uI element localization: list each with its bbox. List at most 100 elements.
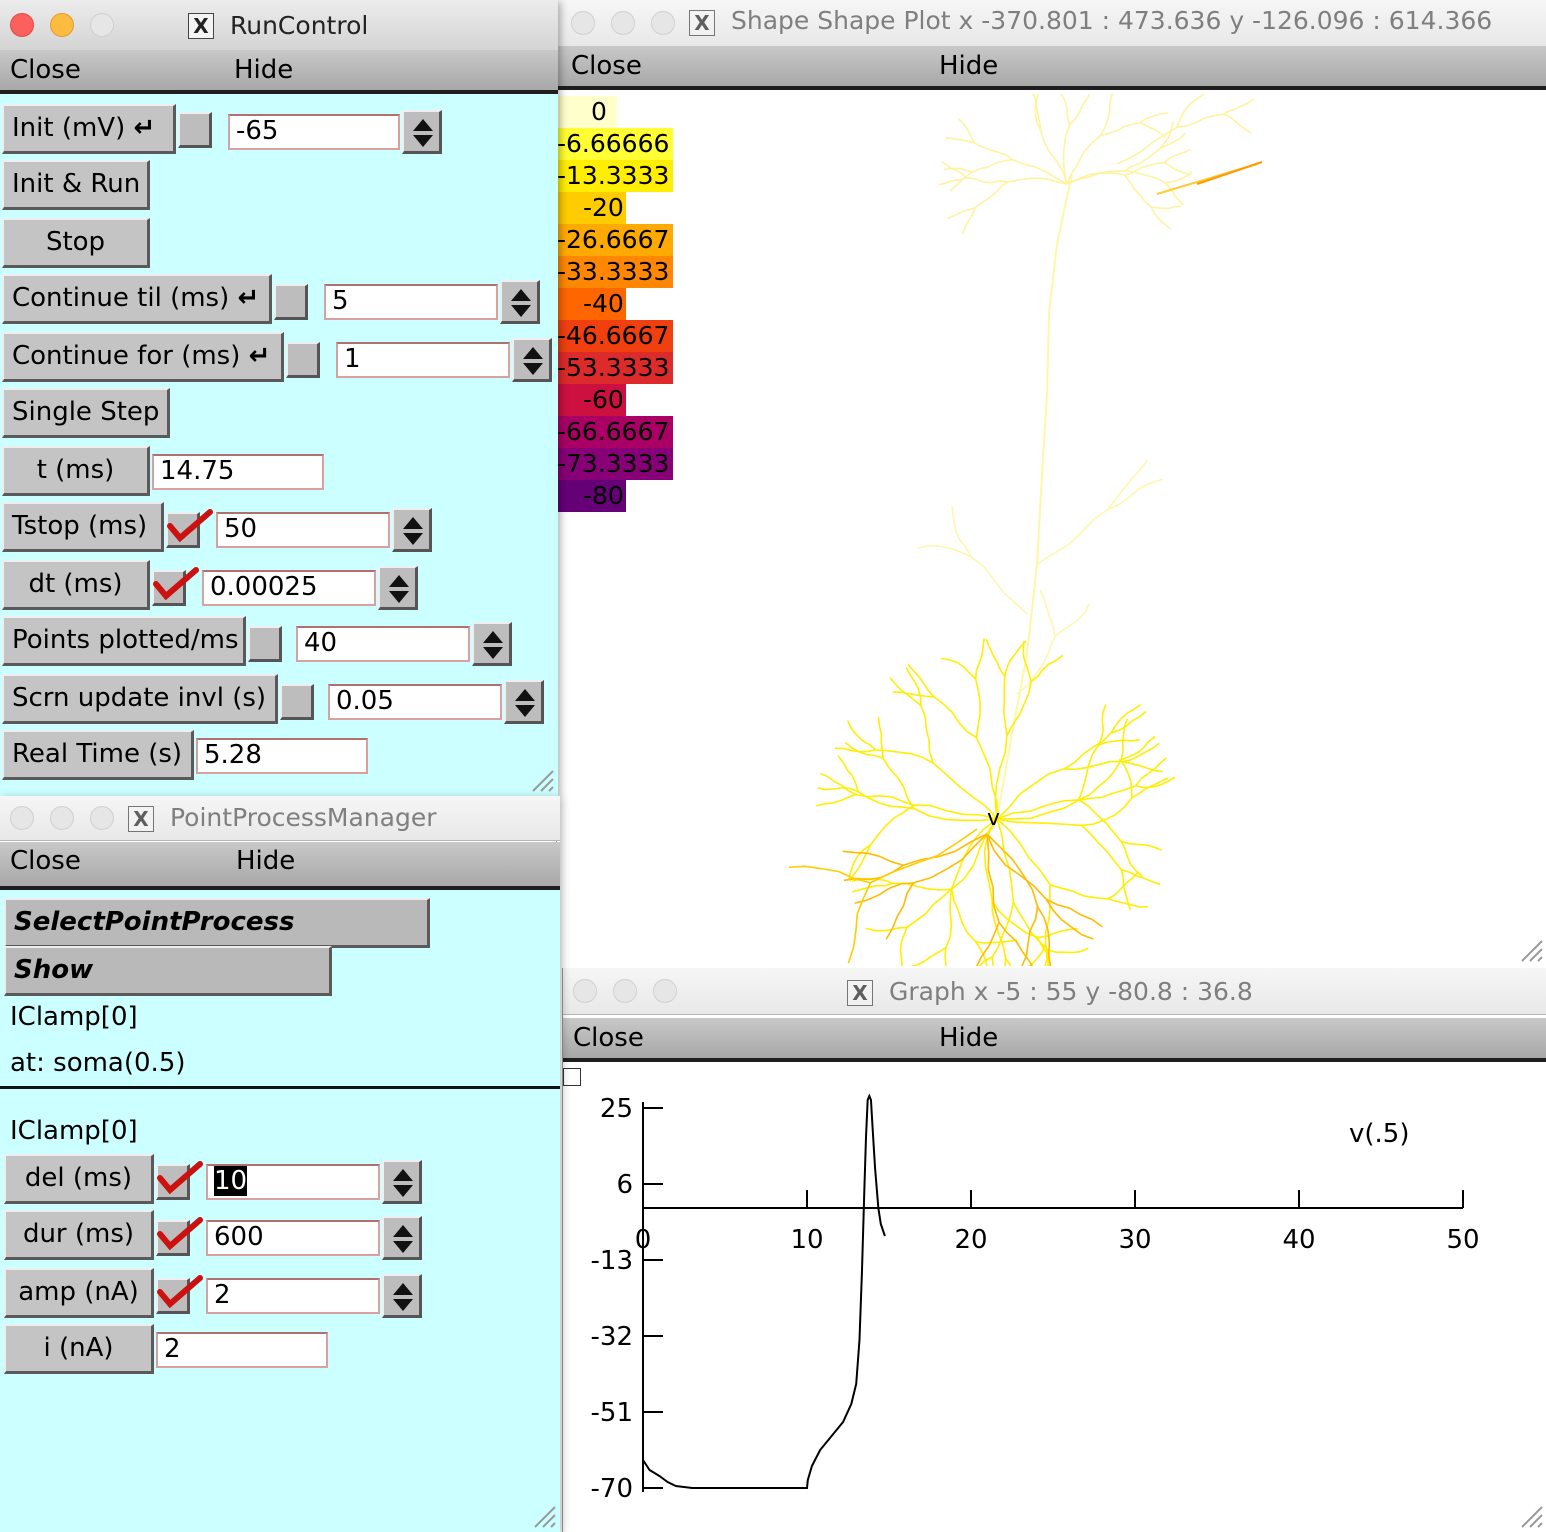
minimize-window-button[interactable] bbox=[613, 979, 637, 1003]
dendrite-segment bbox=[1234, 120, 1241, 127]
shape-plot-titlebar[interactable]: X Shape Shape Plot x -370.801 : 473.636 … bbox=[557, 0, 1546, 47]
zoom-window-button[interactable] bbox=[90, 806, 114, 830]
amp-stepper[interactable] bbox=[382, 1274, 422, 1318]
dur-button[interactable]: dur (ms) bbox=[4, 1210, 154, 1260]
stop-button[interactable]: Stop bbox=[2, 218, 150, 268]
real-time-button[interactable]: Real Time (s) bbox=[2, 730, 194, 780]
close-window-button[interactable] bbox=[573, 979, 597, 1003]
dendrite-segment bbox=[1112, 172, 1125, 176]
resize-grip-icon[interactable] bbox=[1518, 937, 1544, 963]
dur-checkbox[interactable] bbox=[156, 1217, 203, 1256]
continue-for-checkbox[interactable] bbox=[286, 342, 320, 378]
dendrite-segment bbox=[933, 696, 945, 705]
hide-menu[interactable]: Hide bbox=[939, 51, 998, 81]
scrn-update-field[interactable]: 0.05 bbox=[328, 684, 502, 720]
shape-canvas[interactable]: 0 -6.66666 -13.3333 -20 -26.6667 -33.3333 -40-… bbox=[557, 94, 1546, 966]
hide-menu[interactable]: Hide bbox=[234, 55, 293, 85]
single-step-button[interactable]: Single Step bbox=[2, 388, 170, 438]
resize-grip-icon[interactable] bbox=[531, 1503, 557, 1529]
ppm-titlebar[interactable]: X PointProcessManager bbox=[0, 796, 560, 841]
resize-grip-icon[interactable] bbox=[529, 767, 555, 793]
dendrite-segment bbox=[1131, 904, 1141, 908]
scrn-update-button[interactable]: Scrn update invl (s) bbox=[2, 674, 278, 724]
del-button[interactable]: del (ms) bbox=[4, 1154, 154, 1204]
scrn-update-stepper[interactable] bbox=[504, 680, 544, 724]
amp-checkbox[interactable] bbox=[156, 1275, 203, 1314]
points-plotted-checkbox[interactable] bbox=[248, 626, 282, 662]
real-time-field[interactable]: 5.28 bbox=[196, 738, 368, 774]
del-stepper[interactable] bbox=[382, 1160, 422, 1204]
dendrite-segment bbox=[1003, 667, 1008, 677]
init-stepper[interactable] bbox=[402, 110, 442, 154]
del-field[interactable]: 10 bbox=[206, 1164, 380, 1200]
close-menu[interactable]: Close bbox=[10, 846, 81, 876]
continue-til-field[interactable]: 5 bbox=[324, 284, 498, 320]
continue-for-button[interactable]: Continue for (ms) ↵ bbox=[2, 332, 284, 382]
init-field[interactable]: -65 bbox=[228, 114, 400, 150]
i-field[interactable]: 2 bbox=[156, 1332, 328, 1368]
t-field[interactable]: 14.75 bbox=[152, 454, 324, 490]
points-plotted-button[interactable]: Points plotted/ms bbox=[2, 616, 246, 666]
dendrite-segment bbox=[1124, 893, 1129, 903]
dendrite-segment bbox=[981, 197, 990, 204]
minimize-window-button[interactable] bbox=[50, 13, 74, 37]
hide-menu[interactable]: Hide bbox=[939, 1023, 998, 1053]
close-menu[interactable]: Close bbox=[10, 55, 81, 85]
graph-titlebar[interactable]: X Graph x -5 : 55 y -80.8 : 36.8 bbox=[563, 968, 1546, 1015]
dur-field[interactable]: 600 bbox=[206, 1220, 380, 1256]
dendrite-segment bbox=[1150, 114, 1157, 118]
continue-for-field[interactable]: 1 bbox=[336, 342, 510, 378]
close-window-button[interactable] bbox=[10, 13, 34, 37]
amp-field[interactable]: 2 bbox=[206, 1278, 380, 1314]
tstop-stepper[interactable] bbox=[392, 508, 432, 552]
init-checkbox[interactable] bbox=[178, 112, 212, 148]
dur-stepper[interactable] bbox=[382, 1216, 422, 1260]
scrn-update-checkbox[interactable] bbox=[280, 684, 314, 720]
dendrite-segment bbox=[1144, 116, 1151, 120]
dendrite-segment bbox=[1168, 155, 1175, 160]
resize-grip-icon[interactable] bbox=[1518, 1503, 1544, 1529]
dt-stepper[interactable] bbox=[378, 566, 418, 610]
select-point-process-button[interactable]: SelectPointProcess bbox=[4, 898, 430, 948]
zoom-window-button[interactable] bbox=[651, 11, 675, 35]
init-button[interactable]: Init (mV) ↵ bbox=[2, 104, 176, 154]
tstop-field[interactable]: 50 bbox=[216, 512, 390, 548]
dendrite-segment bbox=[933, 896, 944, 905]
close-menu[interactable]: Close bbox=[571, 51, 642, 81]
dt-checkbox[interactable] bbox=[152, 567, 199, 606]
amp-button[interactable]: amp (nA) bbox=[4, 1268, 154, 1318]
minimize-window-button[interactable] bbox=[611, 11, 635, 35]
points-plotted-stepper[interactable] bbox=[472, 622, 512, 666]
dendrite-segment bbox=[900, 934, 905, 944]
dendrite-segment bbox=[968, 672, 977, 680]
continue-for-stepper[interactable] bbox=[512, 338, 552, 382]
dt-field[interactable]: 0.00025 bbox=[202, 570, 376, 606]
dendrite-segment bbox=[1137, 751, 1146, 757]
zoom-window-button[interactable] bbox=[90, 13, 114, 37]
dendrite-segment bbox=[867, 852, 881, 858]
dendrite-segment bbox=[1092, 508, 1109, 521]
dt-button[interactable]: dt (ms) bbox=[2, 560, 150, 610]
close-window-button[interactable] bbox=[10, 806, 34, 830]
points-plotted-field[interactable]: 40 bbox=[296, 626, 470, 662]
tstop-button[interactable]: Tstop (ms) bbox=[2, 502, 164, 552]
continue-til-stepper[interactable] bbox=[500, 280, 540, 324]
minimize-window-button[interactable] bbox=[50, 806, 74, 830]
dendrite-segment bbox=[902, 800, 915, 806]
show-button[interactable]: Show bbox=[4, 946, 332, 996]
close-window-button[interactable] bbox=[571, 11, 595, 35]
graph-canvas[interactable]: 0 10 20 30 40 50 25 6 -13 -32 -51 -70 v(.5) bbox=[563, 1064, 1546, 1532]
dendrite-segment bbox=[956, 170, 963, 175]
close-menu[interactable]: Close bbox=[573, 1023, 644, 1053]
del-checkbox[interactable] bbox=[156, 1161, 203, 1200]
i-button[interactable]: i (nA) bbox=[4, 1324, 154, 1374]
continue-til-checkbox[interactable] bbox=[274, 284, 308, 320]
init-run-button[interactable]: Init & Run bbox=[2, 160, 150, 210]
tstop-checkbox[interactable] bbox=[166, 509, 213, 548]
dendrite-segment bbox=[1107, 894, 1116, 900]
t-button[interactable]: t (ms) bbox=[2, 446, 150, 496]
hide-menu[interactable]: Hide bbox=[236, 846, 295, 876]
run-control-titlebar[interactable]: X RunControl bbox=[0, 0, 558, 51]
zoom-window-button[interactable] bbox=[653, 979, 677, 1003]
continue-til-button[interactable]: Continue til (ms) ↵ bbox=[2, 274, 272, 324]
